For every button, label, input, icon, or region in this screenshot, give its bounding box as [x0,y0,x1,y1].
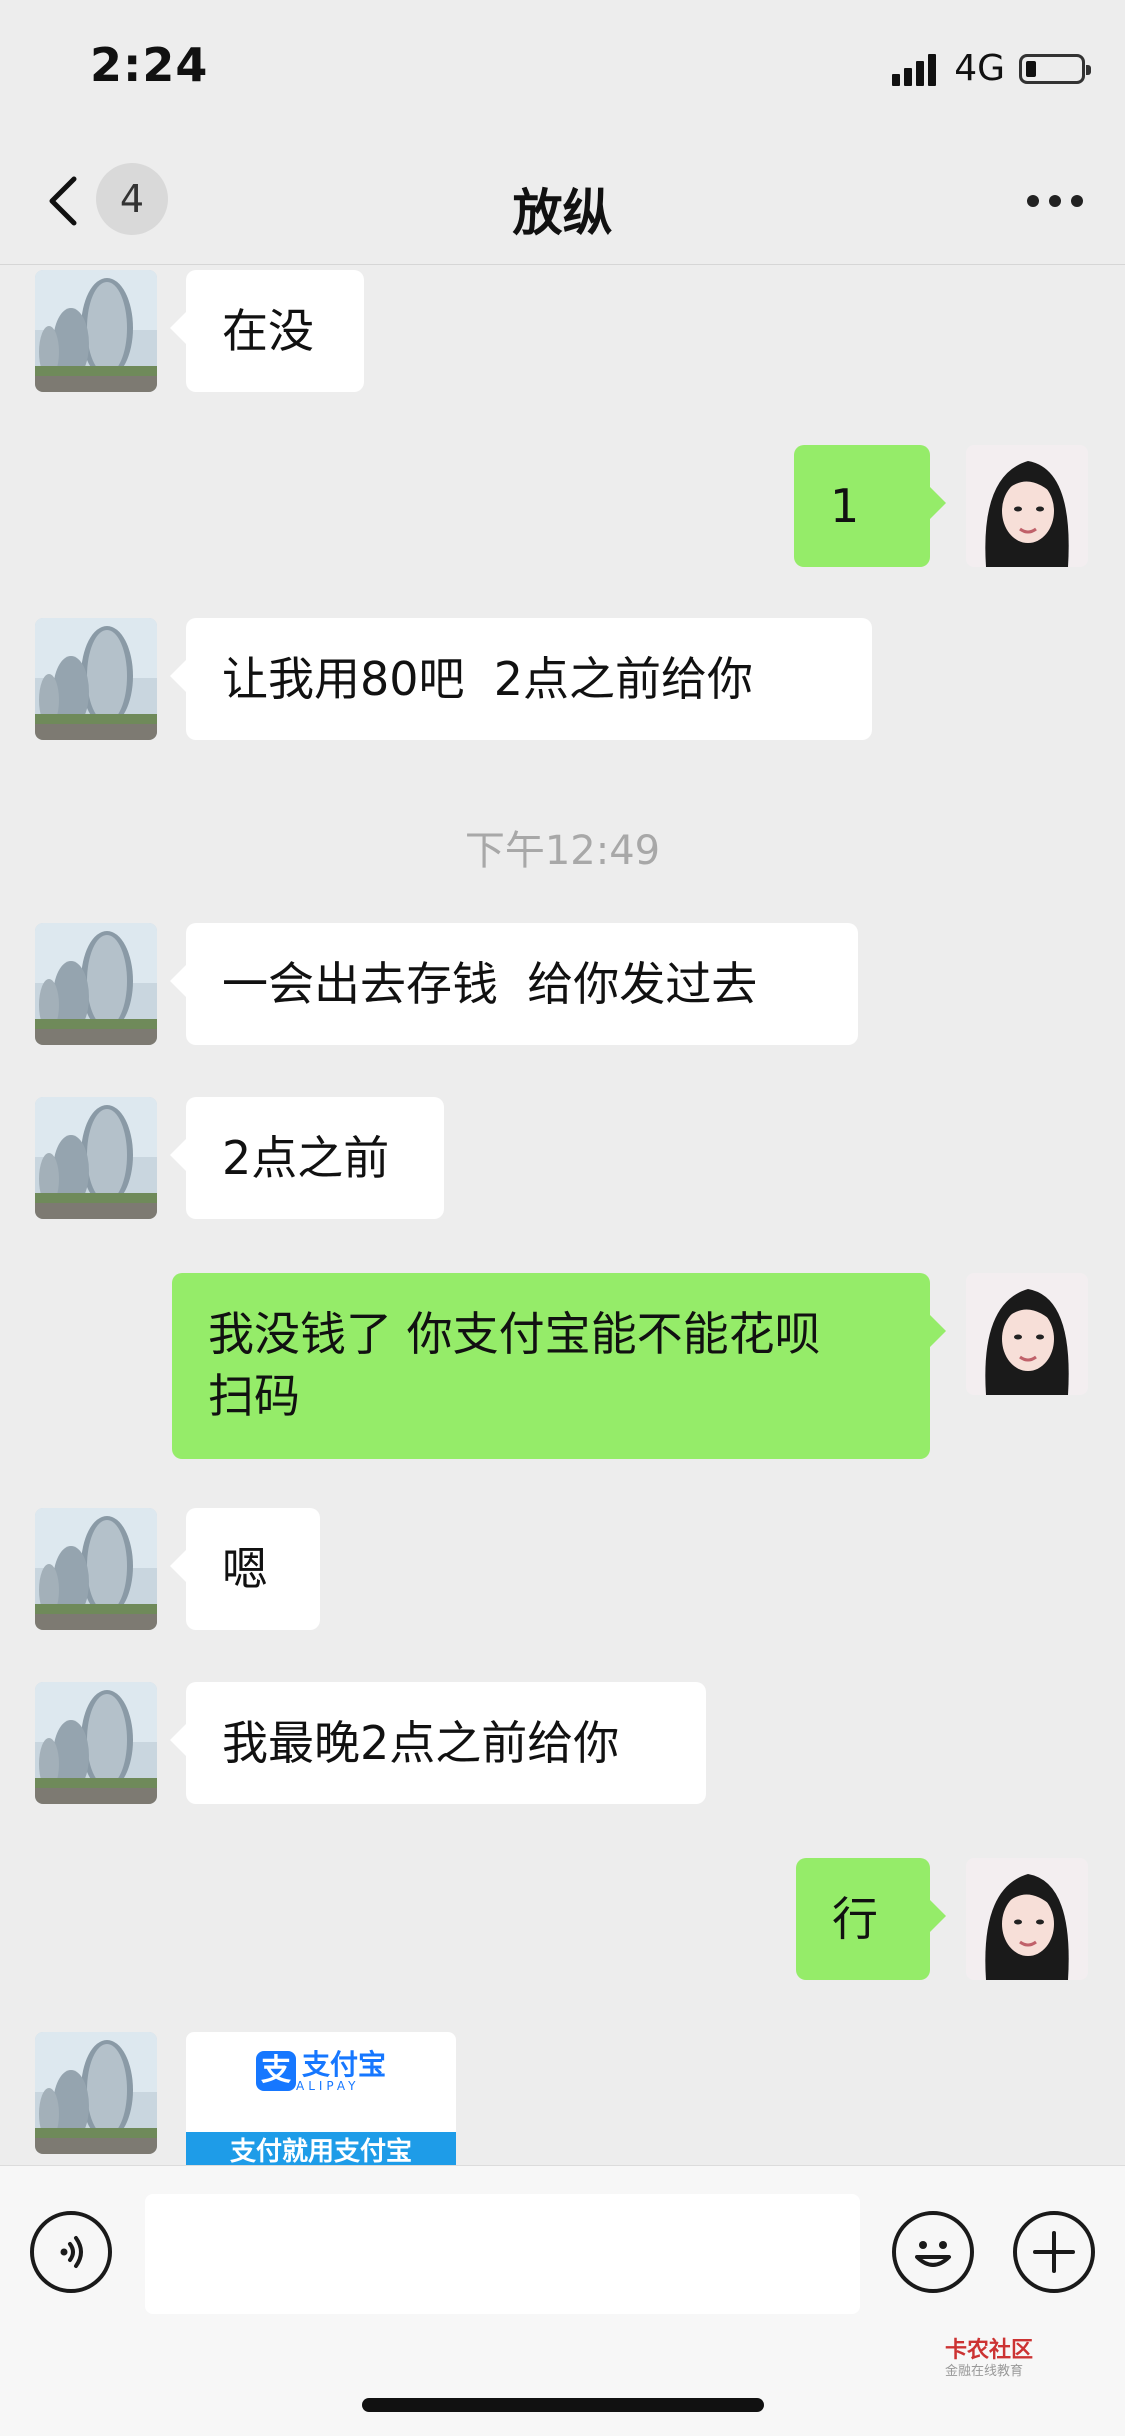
incoming-message[interactable]: 在没 [170,270,364,392]
alipay-logo: 支支付宝 ALIPAY [186,2050,456,2092]
alipay-card-message[interactable]: 支支付宝 ALIPAY 支付就用支付宝 [186,2032,456,2165]
watermark-sub: 金融在线教育 [945,2364,1024,2379]
battery-icon [1019,53,1091,84]
home-indicator [362,2398,764,2412]
contact-avatar[interactable] [35,923,157,1045]
input-bar [0,2165,1125,2436]
incoming-message[interactable]: 我最晚2点之前给你 [170,1682,706,1804]
chat-messages[interactable]: 在没 1 让我用80吧 2点之前给你下午12:49 一会出去存钱 给你发过去 2点之前我… [0,265,1125,2165]
contact-avatar[interactable] [35,270,157,392]
contact-avatar[interactable] [35,618,157,740]
voice-icon [60,2236,83,2268]
emoji-icon [915,2241,951,2267]
contact-avatar[interactable] [35,2032,157,2154]
my-avatar[interactable] [966,445,1088,567]
chat-title: 放纵 [512,184,613,242]
watermark-title: 卡农社区 [945,2338,1034,2363]
message-timestamp: 下午12:49 [464,828,661,874]
my-avatar[interactable] [966,1273,1088,1395]
alipay-sub: ALIPAY [295,2079,360,2093]
alipay-name: 支付宝 [301,2048,386,2081]
outgoing-message[interactable]: 1 [794,445,946,567]
alipay-icon: 支 [255,2051,296,2091]
watermark: 卡农社区 金融在线教育 [945,2338,1033,2380]
outgoing-message[interactable]: 行 [796,1858,946,1980]
signal-icon [892,52,940,86]
contact-avatar[interactable] [35,1682,157,1804]
status-time: 2:24 [90,38,209,92]
voice-button[interactable] [30,2211,112,2293]
alipay-banner: 支付就用支付宝 [186,2132,456,2165]
contact-avatar[interactable] [35,1097,157,1219]
nav-bar: 4 放纵 [0,135,1125,265]
status-indicators: 4G [892,48,1091,89]
message-input[interactable] [145,2194,860,2314]
plus-icon [1033,2231,1075,2273]
more-functions-button[interactable] [1013,2211,1095,2293]
outgoing-message[interactable]: 我没钱了 你支付宝能不能花呗 扫码 [172,1273,946,1459]
status-bar: 2:24 4G [0,0,1125,135]
contact-avatar[interactable] [35,1508,157,1630]
network-type: 4G [954,48,1005,89]
incoming-message[interactable]: 嗯 [170,1508,320,1630]
incoming-message[interactable]: 2点之前 [170,1097,444,1219]
emoji-button[interactable] [892,2211,974,2293]
my-avatar[interactable] [966,1858,1088,1980]
more-icon[interactable] [1027,195,1083,207]
incoming-message[interactable]: 一会出去存钱 给你发过去 [170,923,858,1045]
incoming-message[interactable]: 让我用80吧 2点之前给你 [170,618,872,740]
